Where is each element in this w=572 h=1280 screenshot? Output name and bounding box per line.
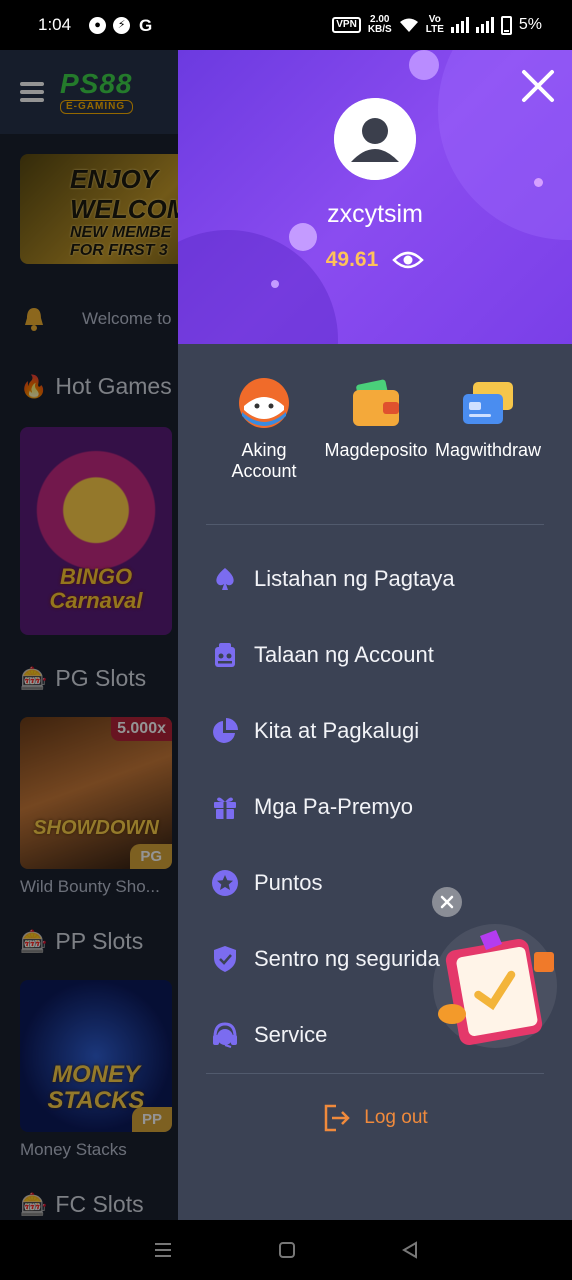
close-icon[interactable] [520, 68, 556, 104]
decor-dot [271, 280, 279, 288]
g-icon: G [138, 15, 153, 35]
menu-item-label: Listahan ng Pagtaya [254, 566, 455, 591]
menu-item-profit-loss[interactable]: Kita at Pagkalugi [178, 693, 572, 769]
cards-icon [463, 382, 513, 424]
menu-item-label: Talaan ng Account [254, 642, 434, 667]
menu-item-points[interactable]: Puntos [178, 845, 572, 921]
balance-row: 49.61 [178, 248, 572, 272]
logout-icon [325, 1104, 351, 1132]
wallet-icon [353, 379, 399, 426]
quick-actions: Aking Account Magdeposito Magwithdraw [178, 344, 572, 524]
seal-avatar-icon [239, 378, 289, 428]
daily-checkin-promo-icon[interactable] [430, 922, 560, 1050]
withdraw-label: Magwithdraw [434, 440, 542, 460]
signal-icon-2 [475, 17, 494, 33]
net-speed-unit: KB/S [367, 24, 392, 35]
eye-icon[interactable] [392, 250, 425, 270]
status-time: 1:04 [38, 15, 72, 34]
menu-item-rewards[interactable]: Mga Pa-Premyo [178, 769, 572, 845]
my-account-label: Aking Account [231, 440, 297, 481]
menu-item-account-record[interactable]: Talaan ng Account [178, 617, 572, 693]
close-icon [440, 895, 454, 909]
messenger-icon: ⚡ [113, 16, 131, 34]
deposit-button[interactable]: Magdeposito [320, 376, 432, 524]
menu-item-label: Service [254, 1022, 328, 1047]
star-icon [210, 868, 240, 898]
drawer-header: zxcytsim 49.61 [178, 50, 572, 344]
deposit-label: Magdeposito [324, 440, 428, 460]
gift-icon [210, 792, 240, 822]
system-nav-bar [0, 1220, 572, 1280]
recent-apps-icon[interactable] [153, 1241, 173, 1259]
withdraw-button[interactable]: Magwithdraw [432, 376, 544, 524]
user-avatar-icon[interactable] [334, 98, 416, 180]
pie-chart-icon [210, 716, 240, 746]
decor-dot [534, 178, 543, 187]
menu-item-label: Puntos [254, 870, 323, 895]
signal-icon [450, 17, 469, 33]
menu-item-label: Sentro ng segurida [254, 946, 440, 971]
home-icon[interactable] [278, 1241, 296, 1259]
menu-item-betting-list[interactable]: Listahan ng Pagtaya [178, 541, 572, 617]
battery-level: 5% [518, 16, 542, 33]
wifi-icon [399, 18, 418, 32]
chat-icon: ● [89, 16, 107, 34]
my-account-button[interactable]: Aking Account [208, 376, 320, 524]
promo-close-button[interactable] [432, 887, 462, 917]
balance-amount: 49.61 [325, 248, 379, 271]
logout-label: Log out [364, 1107, 428, 1128]
menu-item-label: Mga Pa-Premyo [254, 794, 413, 819]
account-record-icon [210, 640, 240, 670]
logout-button[interactable]: Log out [178, 1074, 572, 1162]
decor-dot [409, 50, 439, 80]
menu-item-label: Kita at Pagkalugi [254, 718, 420, 743]
status-bar: 1:04 ● ⚡ G VPN 2.00 KB/S Vo LTE 5% [0, 0, 572, 50]
volte-badge: Vo LTE [426, 15, 444, 35]
drawer-scrim[interactable] [0, 50, 178, 1220]
headset-icon [210, 1020, 240, 1050]
battery-icon [500, 15, 512, 35]
volte-bottom: LTE [425, 24, 444, 35]
vpn-badge: VPN [332, 17, 361, 33]
back-icon[interactable] [401, 1241, 419, 1259]
spade-icon [210, 564, 240, 594]
shield-icon [210, 944, 240, 974]
username: zxcytsim [327, 200, 423, 228]
net-speed: 2.00 KB/S [368, 15, 392, 35]
